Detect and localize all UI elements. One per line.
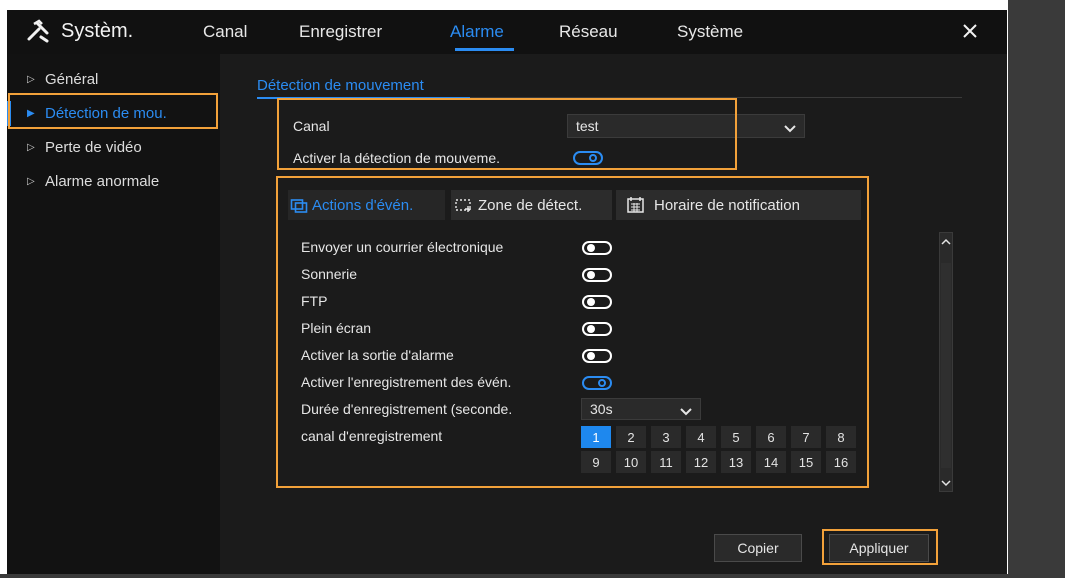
zone-icon	[455, 199, 471, 212]
action-alarm-out-toggle[interactable]	[582, 349, 612, 363]
channel-select-value: test	[576, 118, 599, 134]
channel-button-6[interactable]: 6	[756, 426, 786, 448]
copy-button[interactable]: Copier	[714, 534, 802, 562]
action-record-toggle[interactable]	[582, 376, 612, 390]
tab-notification-schedule[interactable]: Horaire de notification	[616, 190, 861, 220]
action-alarm-out-label: Activer la sortie d'alarme	[301, 347, 454, 363]
active-tab-indicator	[455, 48, 514, 51]
sidebar-item-label: Détection de mou.	[45, 104, 167, 122]
channel-button-5[interactable]: 5	[721, 426, 751, 448]
tab-event-actions[interactable]: Actions d'évén.	[288, 190, 445, 220]
sidebar-item-video-loss[interactable]: ▷ Perte de vidéo	[7, 130, 220, 164]
outer-bottom-strip	[0, 574, 1065, 578]
channel-button-13[interactable]: 13	[721, 451, 751, 473]
actions-icon	[290, 199, 308, 213]
action-fullscreen-toggle[interactable]	[582, 322, 612, 336]
tab-canal[interactable]: Canal	[203, 22, 247, 42]
channel-button-14[interactable]: 14	[756, 451, 786, 473]
sidebar-item-label: Alarme anormale	[45, 172, 160, 190]
subtab-motion-detection[interactable]: Détection de mouvement	[257, 77, 424, 94]
brand: Systèm.	[25, 19, 133, 43]
channel-button-1[interactable]: 1	[581, 426, 611, 448]
action-buzzer-label: Sonnerie	[301, 266, 358, 282]
app-window: Systèm. Canal Enregistrer Alarme Réseau …	[7, 10, 1007, 574]
action-buzzer-toggle[interactable]	[582, 268, 612, 282]
channel-label: Canal	[293, 118, 330, 134]
tab-label: Actions d'évén.	[312, 196, 414, 214]
scroll-thumb[interactable]	[941, 263, 951, 468]
channel-select[interactable]: test	[567, 114, 805, 138]
tab-detection-zone[interactable]: Zone de détect.	[451, 190, 612, 220]
channel-button-10[interactable]: 10	[616, 451, 646, 473]
record-channel-label: canal d'enregistrement	[301, 428, 443, 444]
triangle-right-icon: ▷	[27, 73, 35, 85]
channel-button-11[interactable]: 11	[651, 451, 681, 473]
sidebar: ▷ Général ▶ Détection de mou. ▷ Perte de…	[7, 54, 220, 574]
outer-right-strip	[1008, 0, 1065, 578]
active-item-marker	[7, 101, 11, 126]
scroll-down-icon[interactable]	[940, 476, 952, 490]
channel-button-9[interactable]: 9	[581, 451, 611, 473]
brand-title: Systèm.	[61, 19, 134, 42]
subtab-underline	[257, 97, 470, 99]
channel-button-15[interactable]: 15	[791, 451, 821, 473]
actions-scrollbar[interactable]	[939, 232, 953, 492]
tools-icon	[25, 19, 51, 43]
tab-reseau[interactable]: Réseau	[559, 22, 618, 42]
chevron-down-icon	[680, 404, 692, 420]
tab-systeme[interactable]: Système	[677, 22, 743, 42]
chevron-down-icon	[784, 121, 796, 137]
triangle-right-filled-icon: ▶	[27, 107, 35, 119]
record-duration-value: 30s	[590, 401, 613, 417]
action-ftp-label: FTP	[301, 293, 328, 309]
action-fullscreen-label: Plein écran	[301, 320, 372, 336]
sidebar-item-general[interactable]: ▷ Général	[7, 62, 220, 96]
close-button[interactable]	[959, 20, 981, 42]
top-bar: Systèm. Canal Enregistrer Alarme Réseau …	[7, 10, 1007, 54]
channel-button-8[interactable]: 8	[826, 426, 856, 448]
calendar-icon	[627, 197, 644, 213]
record-duration-label: Durée d'enregistrement (seconde.	[301, 401, 513, 417]
apply-button[interactable]: Appliquer	[829, 534, 929, 562]
close-icon	[963, 24, 977, 38]
action-ftp-toggle[interactable]	[582, 295, 612, 309]
tab-label: Zone de détect.	[478, 196, 583, 214]
tab-enregistrer[interactable]: Enregistrer	[299, 22, 382, 42]
action-email-toggle[interactable]	[582, 241, 612, 255]
sidebar-item-label: Perte de vidéo	[45, 138, 142, 156]
action-email-label: Envoyer un courrier électronique	[301, 239, 504, 255]
record-duration-select[interactable]: 30s	[581, 398, 701, 420]
channel-button-12[interactable]: 12	[686, 451, 716, 473]
tab-alarme[interactable]: Alarme	[450, 22, 504, 42]
sidebar-item-label: Général	[45, 70, 99, 88]
channel-button-2[interactable]: 2	[616, 426, 646, 448]
scroll-up-icon[interactable]	[940, 235, 952, 249]
sidebar-item-detection[interactable]: ▶ Détection de mou.	[7, 96, 220, 130]
channel-button-7[interactable]: 7	[791, 426, 821, 448]
triangle-right-icon: ▷	[27, 141, 35, 153]
enable-detection-toggle[interactable]	[573, 151, 603, 165]
channel-button-4[interactable]: 4	[686, 426, 716, 448]
tab-label: Horaire de notification	[654, 196, 800, 214]
action-record-label: Activer l'enregistrement des évén.	[301, 374, 512, 390]
enable-detection-label: Activer la détection de mouveme.	[293, 150, 500, 166]
sidebar-item-abnormal-alarm[interactable]: ▷ Alarme anormale	[7, 164, 220, 198]
channel-button-3[interactable]: 3	[651, 426, 681, 448]
channel-button-16[interactable]: 16	[826, 451, 856, 473]
triangle-right-icon: ▷	[27, 175, 35, 187]
